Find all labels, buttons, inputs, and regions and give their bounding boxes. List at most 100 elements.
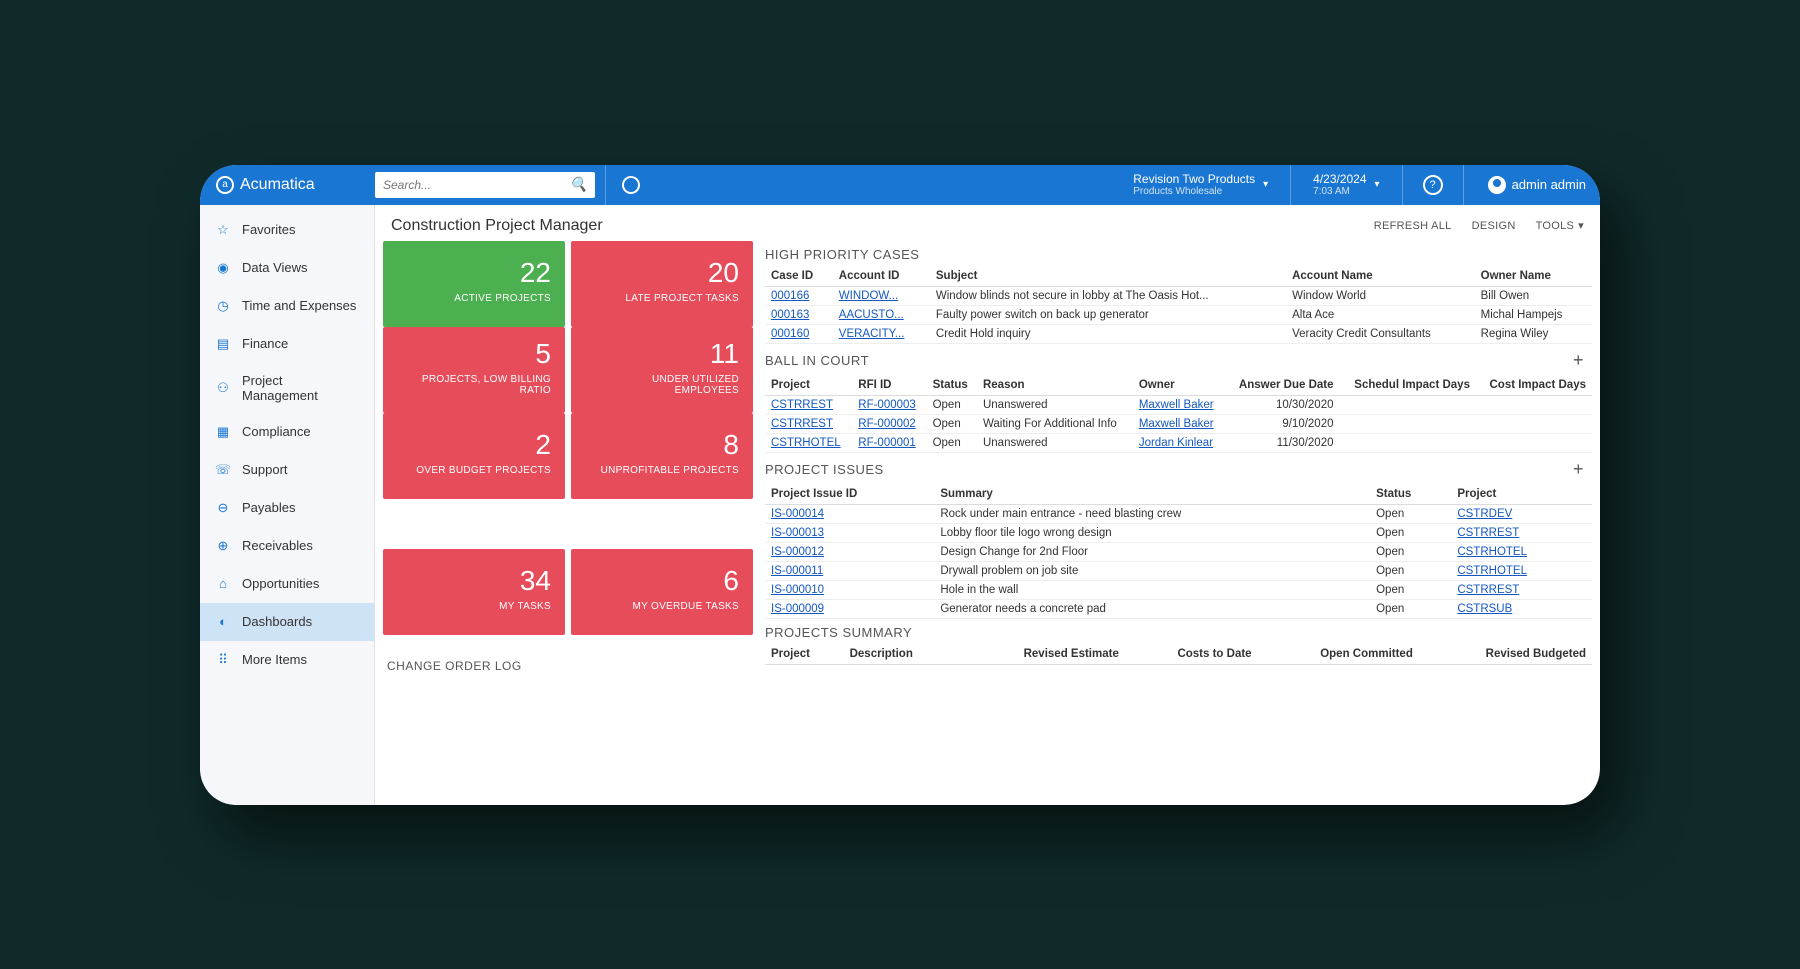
sidebar-item-support[interactable]: ☏Support xyxy=(200,451,374,489)
datetime-selector[interactable]: 4/23/2024 7:03 AM ▾ xyxy=(1301,172,1391,197)
project-link[interactable]: CSTRSUB xyxy=(1451,599,1592,618)
col-project[interactable]: Project xyxy=(1451,484,1592,505)
account-id-link[interactable]: AACUSTO... xyxy=(833,305,930,324)
col-status[interactable]: Status xyxy=(927,375,977,396)
issue-id-link[interactable]: IS-000014 xyxy=(765,504,934,523)
table-row[interactable]: IS-000011Drywall problem on job siteOpen… xyxy=(765,561,1592,580)
kpi-unprofitable-projects[interactable]: 8UNPROFITABLE PROJECTS xyxy=(571,413,753,499)
project-link[interactable]: CSTRDEV xyxy=(1451,504,1592,523)
col-reason[interactable]: Reason xyxy=(977,375,1133,396)
table-row[interactable]: 000163AACUSTO...Faulty power switch on b… xyxy=(765,305,1592,324)
issue-id-link[interactable]: IS-000009 xyxy=(765,599,934,618)
col-description[interactable]: Description xyxy=(844,644,960,665)
col-summary[interactable]: Summary xyxy=(934,484,1370,505)
col-case-id[interactable]: Case ID xyxy=(765,266,833,287)
table-row[interactable]: CSTRHOTELRF-000001OpenUnansweredJordan K… xyxy=(765,433,1592,452)
table-row[interactable]: IS-000010Hole in the wallOpenCSTRREST xyxy=(765,580,1592,599)
case-id-link[interactable]: 000160 xyxy=(765,324,833,343)
sidebar-item-dashboards[interactable]: ◐Dashboards xyxy=(200,603,374,641)
kpi-over-budget-projects[interactable]: 2OVER BUDGET PROJECTS xyxy=(383,413,565,499)
col-revised-budgeted[interactable]: Revised Budgeted xyxy=(1419,644,1592,665)
col-cost-impact-days[interactable]: Cost Impact Days xyxy=(1476,375,1592,396)
col-account-name[interactable]: Account Name xyxy=(1286,266,1475,287)
clock-icon[interactable] xyxy=(622,176,640,194)
project-link[interactable]: CSTRREST xyxy=(1451,523,1592,542)
rfi-link[interactable]: RF-000001 xyxy=(852,433,926,452)
table-row[interactable]: IS-000014Rock under main entrance - need… xyxy=(765,504,1592,523)
account-id-link[interactable]: VERACITY... xyxy=(833,324,930,343)
col-project[interactable]: Project xyxy=(765,644,844,665)
rfi-link[interactable]: RF-000002 xyxy=(852,414,926,433)
brand[interactable]: a Acumatica xyxy=(200,176,375,194)
sidebar-item-receivables[interactable]: ⊕Receivables xyxy=(200,527,374,565)
tools-dropdown[interactable]: TOOLS ▾ xyxy=(1536,219,1584,232)
refresh-all-button[interactable]: REFRESH ALL xyxy=(1374,219,1452,232)
table-row[interactable]: 000166WINDOW...Window blinds not secure … xyxy=(765,286,1592,305)
sidebar-item-compliance[interactable]: ▦Compliance xyxy=(200,413,374,451)
help-icon[interactable]: ? xyxy=(1423,175,1443,195)
sidebar-item-data-views[interactable]: ◉Data Views xyxy=(200,249,374,287)
col-subject[interactable]: Subject xyxy=(930,266,1286,287)
project-link[interactable]: CSTRREST xyxy=(765,414,852,433)
sidebar-item-opportunities[interactable]: ⌂Opportunities xyxy=(200,565,374,603)
sidebar-item-project-management[interactable]: ⚇Project Management xyxy=(200,363,374,413)
kpi-active-projects[interactable]: 22ACTIVE PROJECTS xyxy=(383,241,565,327)
col-rfi-id[interactable]: RFI ID xyxy=(852,375,926,396)
table-row[interactable]: CSTRRESTRF-000002OpenWaiting For Additio… xyxy=(765,414,1592,433)
sidebar-item-finance[interactable]: ▤Finance xyxy=(200,325,374,363)
add-ball-in-court-button[interactable]: + xyxy=(1565,350,1592,371)
col-owner[interactable]: Owner xyxy=(1133,375,1226,396)
add-project-issue-button[interactable]: + xyxy=(1565,459,1592,480)
sidebar-item-favorites[interactable]: ☆Favorites xyxy=(200,211,374,249)
project-link[interactable]: CSTRHOTEL xyxy=(1451,561,1592,580)
col-open-committed[interactable]: Open Committed xyxy=(1258,644,1419,665)
design-button[interactable]: DESIGN xyxy=(1472,219,1516,232)
kpi-my-tasks[interactable]: 34MY TASKS xyxy=(383,549,565,635)
owner-link[interactable]: Maxwell Baker xyxy=(1133,414,1226,433)
table-row[interactable]: IS-000009Generator needs a concrete padO… xyxy=(765,599,1592,618)
col-account-id[interactable]: Account ID xyxy=(833,266,930,287)
issue-id-link[interactable]: IS-000013 xyxy=(765,523,934,542)
sidebar-item-more-items[interactable]: ⠿More Items xyxy=(200,641,374,679)
search-icon[interactable]: 🔍 xyxy=(570,176,587,193)
environment-selector[interactable]: Revision Two Products Products Wholesale… xyxy=(1121,172,1280,197)
col-project[interactable]: Project xyxy=(765,375,852,396)
account-id-link[interactable]: WINDOW... xyxy=(833,286,930,305)
project-link[interactable]: CSTRHOTEL xyxy=(1451,542,1592,561)
owner-link[interactable]: Maxwell Baker xyxy=(1133,395,1226,414)
status-cell: Open xyxy=(1370,580,1451,599)
table-row[interactable]: IS-000013Lobby floor tile logo wrong des… xyxy=(765,523,1592,542)
user-menu[interactable]: admin admin xyxy=(1474,176,1600,194)
project-link[interactable]: CSTRREST xyxy=(765,395,852,414)
kpi-late-project-tasks[interactable]: 20LATE PROJECT TASKS xyxy=(571,241,753,327)
case-id-link[interactable]: 000166 xyxy=(765,286,833,305)
table-row[interactable]: IS-000012Design Change for 2nd FloorOpen… xyxy=(765,542,1592,561)
col-answer-due-date[interactable]: Answer Due Date xyxy=(1226,375,1340,396)
sidebar-item-payables[interactable]: ⊖Payables xyxy=(200,489,374,527)
table-row[interactable]: CSTRRESTRF-000003OpenUnansweredMaxwell B… xyxy=(765,395,1592,414)
owner-link[interactable]: Jordan Kinlear xyxy=(1133,433,1226,452)
kpi-my-overdue-tasks[interactable]: 6MY OVERDUE TASKS xyxy=(571,549,753,635)
search-input-wrap[interactable]: 🔍 xyxy=(375,172,595,198)
col-project-issue-id[interactable]: Project Issue ID xyxy=(765,484,934,505)
col-status[interactable]: Status xyxy=(1370,484,1451,505)
issue-id-link[interactable]: IS-000012 xyxy=(765,542,934,561)
sidebar-item-label: Time and Expenses xyxy=(242,298,356,313)
issue-id-link[interactable]: IS-000010 xyxy=(765,580,934,599)
rfi-link[interactable]: RF-000003 xyxy=(852,395,926,414)
col-owner-name[interactable]: Owner Name xyxy=(1475,266,1592,287)
col-schedul-impact-days[interactable]: Schedul Impact Days xyxy=(1340,375,1476,396)
status-cell: Open xyxy=(927,414,977,433)
kpi-under-utilized-employees[interactable]: 11UNDER UTILIZED EMPLOYEES xyxy=(571,327,753,413)
kpi-projects-low-billing-ratio[interactable]: 5PROJECTS, LOW BILLING RATIO xyxy=(383,327,565,413)
sidebar-item-time-and-expenses[interactable]: ◷Time and Expenses xyxy=(200,287,374,325)
project-link[interactable]: CSTRHOTEL xyxy=(765,433,852,452)
table-row[interactable]: 000160VERACITY...Credit Hold inquiryVera… xyxy=(765,324,1592,343)
case-id-link[interactable]: 000163 xyxy=(765,305,833,324)
col-costs-to-date[interactable]: Costs to Date xyxy=(1125,644,1258,665)
search-input[interactable] xyxy=(383,178,570,192)
issue-id-link[interactable]: IS-000011 xyxy=(765,561,934,580)
col-revised-estimate[interactable]: Revised Estimate xyxy=(960,644,1125,665)
minus-icon: ⊖ xyxy=(214,499,232,517)
project-link[interactable]: CSTRREST xyxy=(1451,580,1592,599)
